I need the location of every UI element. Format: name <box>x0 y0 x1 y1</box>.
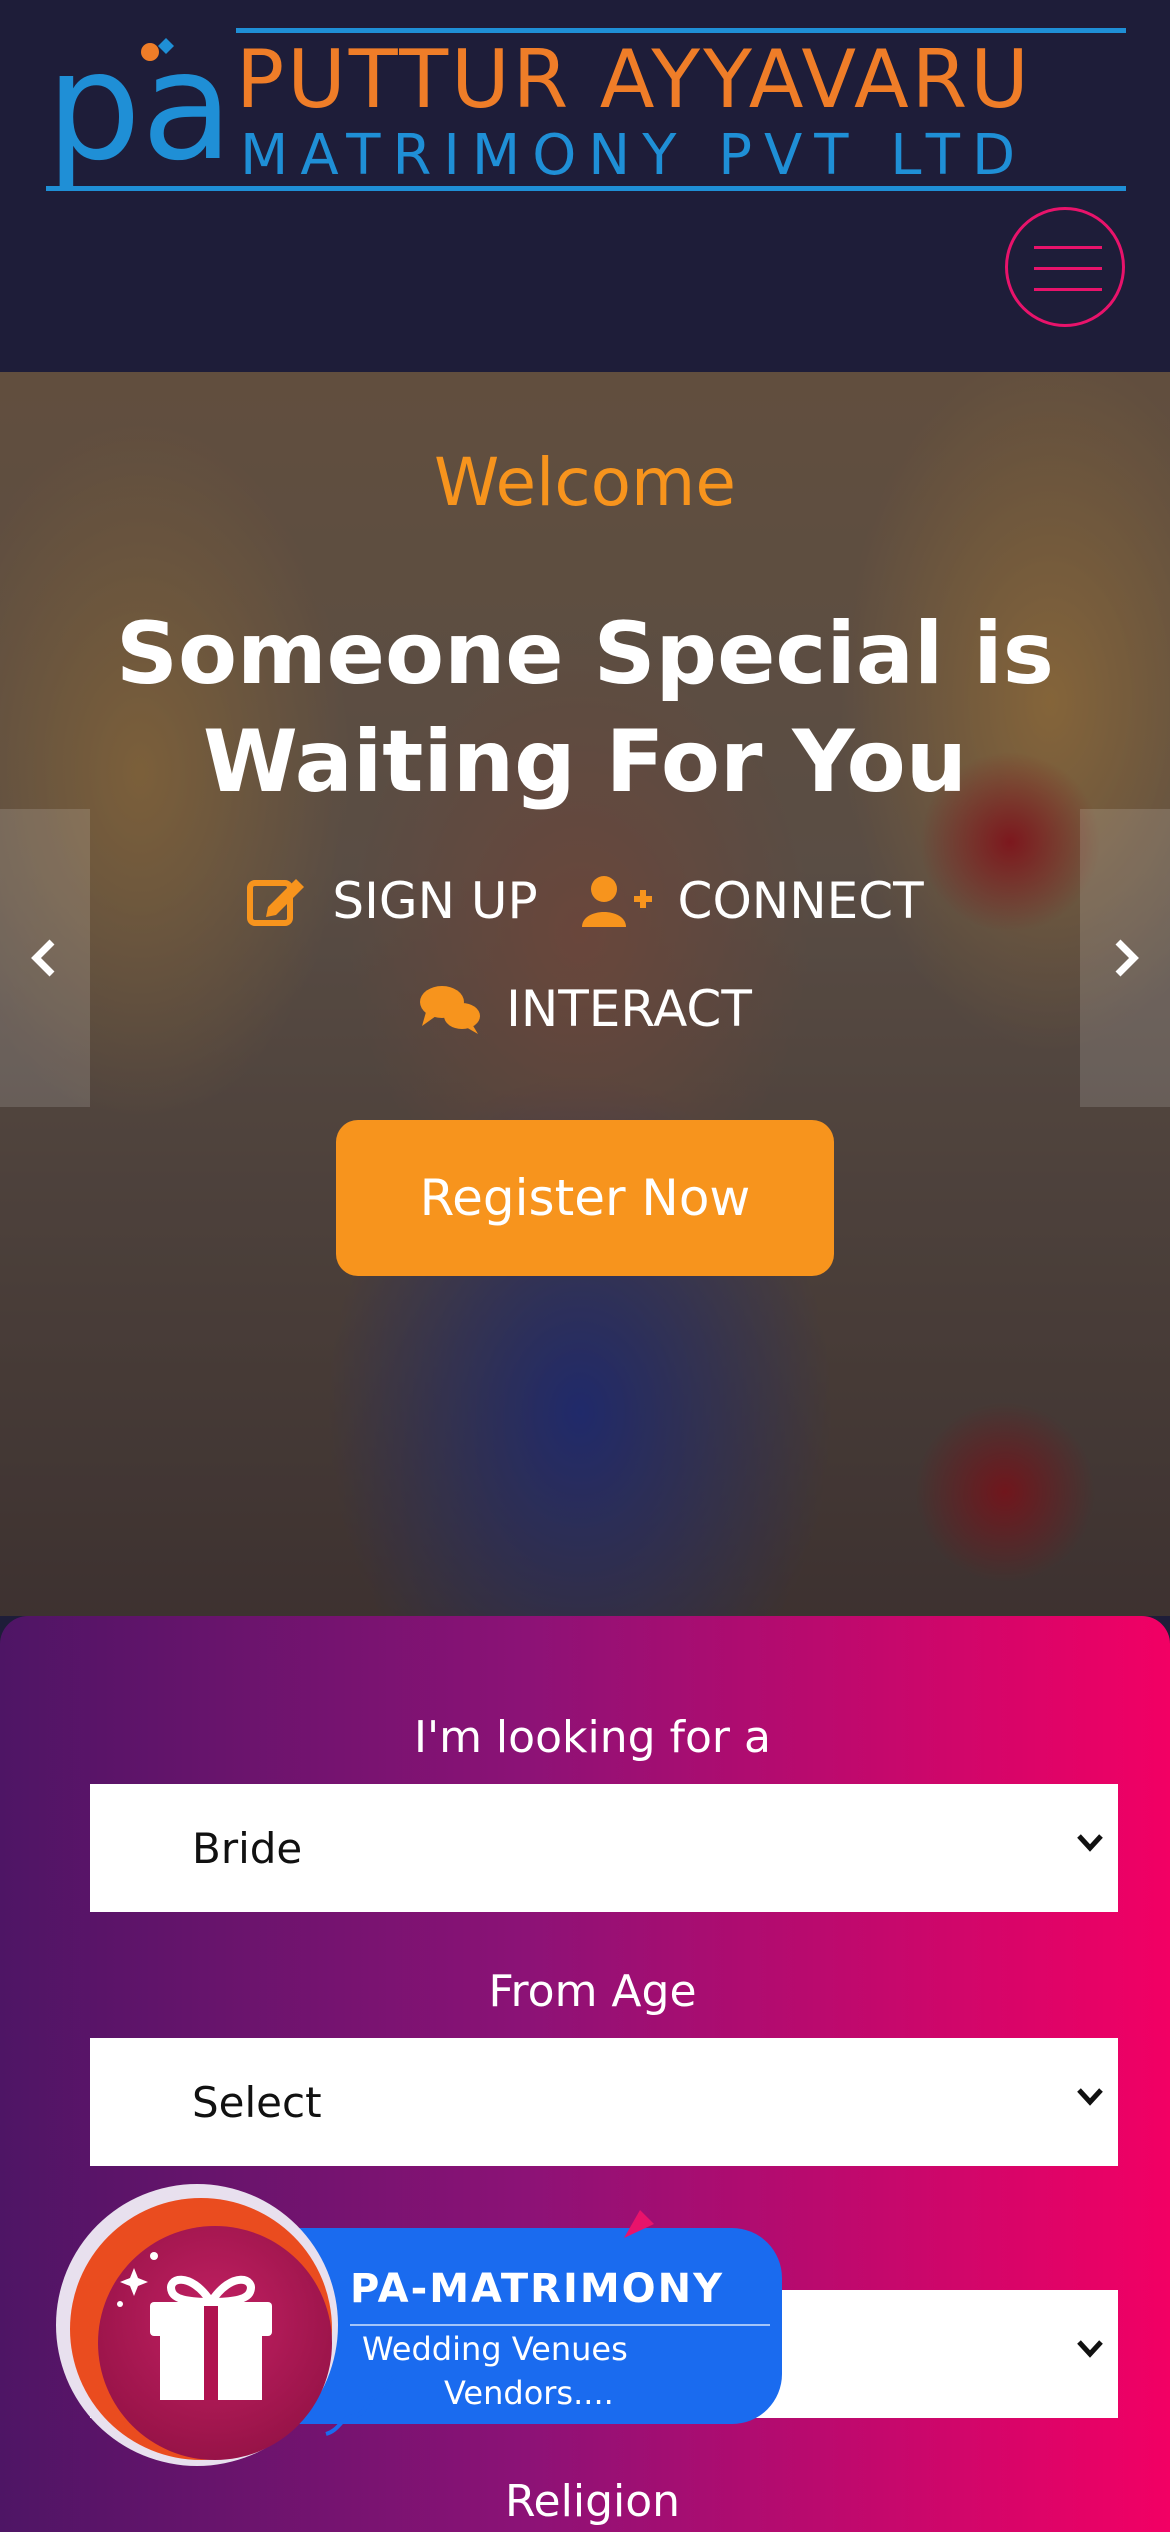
feature-sign-up: SIGN UP <box>246 872 538 930</box>
logo-bottom-rule <box>46 186 1126 191</box>
religion-label: Religion <box>504 2476 681 2527</box>
logo-company-name: PUTTUR AYYAVARU <box>236 33 1032 126</box>
looking-for-value: Bride <box>192 1823 303 1873</box>
chevron-left-icon <box>31 939 55 977</box>
comments-icon <box>420 986 481 1034</box>
edit-icon <box>247 879 305 926</box>
promo-title: PA-MATRIMONY <box>350 2266 725 2312</box>
looking-for-label: I'm looking for a <box>414 1712 771 1763</box>
carousel-prev-button[interactable] <box>0 809 90 1107</box>
logo-company-subname: MATRIMONY PVT LTD <box>240 123 1028 188</box>
feature-label: SIGN UP <box>332 872 538 930</box>
promo-line2: Vendors.... <box>444 2374 614 2412</box>
hero-welcome-text: Welcome <box>434 444 736 521</box>
feature-row: SIGN UP CONNECT <box>0 872 1170 941</box>
party-hat-icon <box>624 2210 654 2238</box>
logo-mark-icon: pa <box>46 36 233 186</box>
site-header: pa PUTTUR AYYAVARU MATRIMONY PVT LTD <box>0 0 1170 372</box>
from-age-select[interactable]: Select <box>90 2038 1118 2166</box>
chevron-right-icon <box>1115 939 1139 977</box>
chevron-down-icon <box>1077 2340 1103 2358</box>
menu-button[interactable] <box>1005 207 1125 327</box>
user-plus-icon <box>581 876 652 927</box>
promo-line1: Wedding Venues <box>362 2330 628 2368</box>
hamburger-icon-bar <box>1034 288 1102 291</box>
feature-interact: INTERACT <box>418 980 752 1038</box>
feature-label: CONNECT <box>677 872 924 930</box>
gift-icon <box>117 2252 272 2400</box>
chevron-down-icon <box>1077 2088 1103 2106</box>
from-age-value: Select <box>192 2077 322 2127</box>
feature-row-2: INTERACT <box>0 980 1170 1048</box>
chevron-down-icon <box>1077 1834 1103 1852</box>
from-age-label: From Age <box>488 1966 697 2017</box>
carousel-next-button[interactable] <box>1080 809 1170 1107</box>
feature-label: INTERACT <box>506 980 752 1038</box>
hero-title: Someone Special is Waiting For You <box>116 604 1054 812</box>
hamburger-icon-bar <box>1034 267 1102 270</box>
looking-for-select[interactable]: Bride <box>90 1784 1118 1912</box>
register-now-button[interactable]: Register Now <box>336 1120 834 1276</box>
site-logo[interactable]: pa PUTTUR AYYAVARU MATRIMONY PVT LTD <box>46 26 1126 196</box>
promo-divider <box>350 2324 770 2326</box>
squiggle-decoration-icon <box>325 2374 397 2436</box>
feature-connect: CONNECT <box>581 872 924 930</box>
hero-carousel: Welcome Someone Special is Waiting For Y… <box>0 372 1170 1616</box>
hamburger-icon <box>1034 246 1102 249</box>
svg-text:pa: pa <box>46 36 233 186</box>
promo-badge[interactable]: PA-MATRIMONY Wedding Venues Vendors.... <box>52 2180 792 2470</box>
